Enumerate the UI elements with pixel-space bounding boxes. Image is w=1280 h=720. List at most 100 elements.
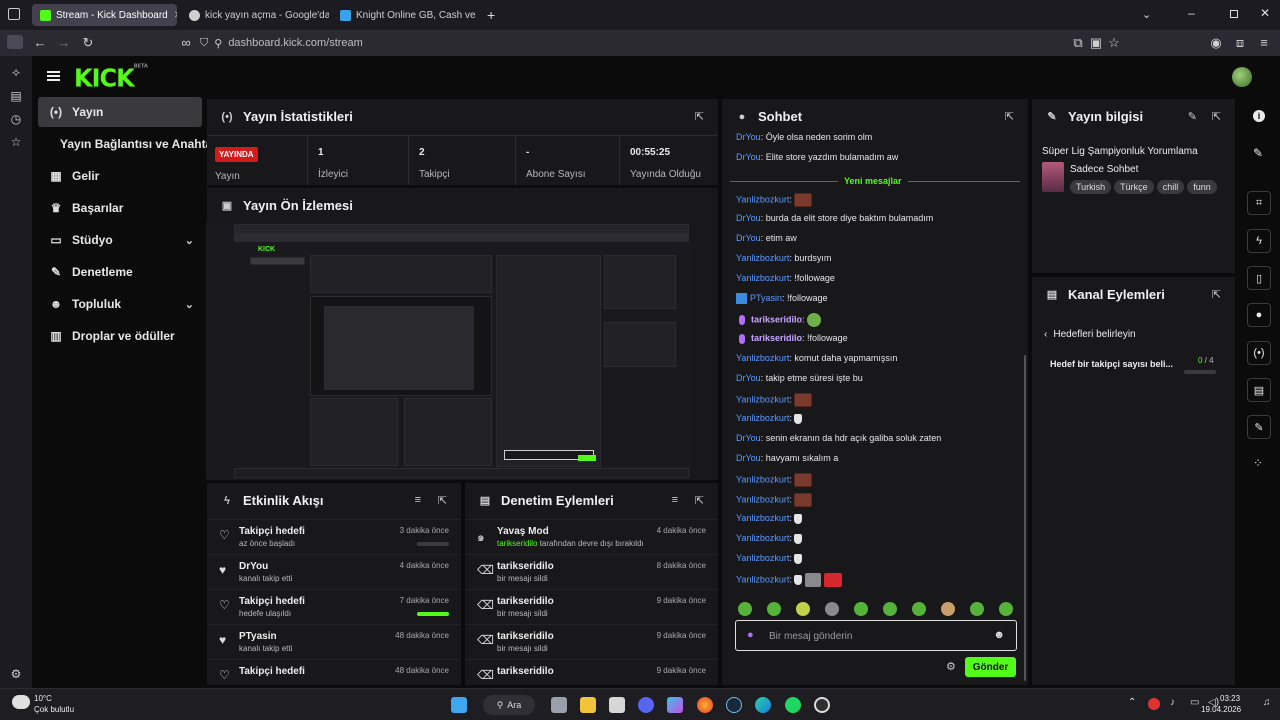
tray-chevron-up-icon[interactable]: ⌃ bbox=[1128, 697, 1136, 708]
weather-icon[interactable] bbox=[12, 695, 30, 709]
history-icon[interactable]: ▤ bbox=[9, 89, 23, 103]
edit-pencil-icon[interactable]: ✎ bbox=[1253, 146, 1263, 160]
popout-icon[interactable]: ⇱ bbox=[1212, 288, 1221, 301]
clock-icon[interactable]: ◷ bbox=[9, 112, 23, 126]
tag-pill[interactable]: funn bbox=[1187, 180, 1217, 194]
menu-item-stream-key[interactable]: Yayın Bağlantısı ve Anahtarı bbox=[38, 129, 220, 159]
lightning-icon[interactable]: ϟ bbox=[1247, 229, 1271, 253]
chevron-down-icon[interactable]: ⌄ bbox=[185, 234, 194, 247]
chat-emote[interactable] bbox=[805, 573, 822, 587]
menu-item-studyo[interactable]: ▭ Stüdyo ⌄ bbox=[38, 225, 202, 255]
emote-icon[interactable] bbox=[825, 602, 839, 616]
chat-scrollbar[interactable] bbox=[1024, 355, 1026, 681]
tab-overview-icon[interactable] bbox=[8, 8, 20, 20]
chat-username[interactable]: Yanlizbozkurt bbox=[736, 474, 789, 484]
chat-username[interactable]: Yanlizbozkurt bbox=[736, 273, 789, 283]
address-bar[interactable]: ⛉ ⚲ dashboard.kick.com/stream bbox=[200, 33, 1130, 53]
chat-username[interactable]: Yanlizbozkurt bbox=[736, 494, 789, 504]
chat-username[interactable]: DrYou bbox=[736, 213, 761, 223]
chat-username[interactable]: PTyasin bbox=[750, 293, 782, 303]
spotify-icon[interactable] bbox=[785, 697, 801, 713]
list-icon[interactable]: ▤ bbox=[1247, 378, 1271, 402]
hamburger-menu-icon[interactable] bbox=[47, 71, 60, 81]
emote-icon[interactable] bbox=[796, 602, 810, 616]
stream-preview-video[interactable]: KICK bbox=[206, 222, 691, 479]
info-icon[interactable]: i bbox=[1253, 110, 1265, 122]
menu-item-topluluk[interactable]: ☻ Topluluk ⌄ bbox=[38, 289, 202, 319]
task-view-icon[interactable] bbox=[551, 697, 567, 713]
chat-username[interactable]: Yanlizbozkurt bbox=[736, 194, 789, 204]
user-avatar[interactable] bbox=[1232, 67, 1252, 87]
back-to-goals[interactable]: ‹ Hedefleri belirleyin bbox=[1044, 329, 1136, 340]
ai-sparkle-icon[interactable]: ✧ bbox=[9, 66, 23, 80]
wrench-icon[interactable]: ✎ bbox=[1247, 415, 1271, 439]
chat-input[interactable]: ● Bir mesaj gönderin ☻ bbox=[735, 620, 1017, 651]
chat-username[interactable]: DrYou bbox=[736, 152, 761, 162]
tray-app-icon[interactable] bbox=[1148, 698, 1160, 710]
emote-icon[interactable] bbox=[970, 602, 984, 616]
chat-input-placeholder[interactable]: Bir mesaj gönderin bbox=[769, 631, 852, 642]
emote-icon[interactable] bbox=[854, 602, 868, 616]
store-icon[interactable] bbox=[609, 697, 625, 713]
chat-emote[interactable] bbox=[794, 473, 813, 487]
reload-icon[interactable]: ↻ bbox=[76, 35, 100, 51]
kick-logo[interactable]: KICKBETA bbox=[74, 63, 148, 92]
chat-username[interactable]: DrYou bbox=[736, 233, 761, 243]
chat-username[interactable]: Yanlizbozkurt bbox=[736, 553, 789, 563]
account-icon[interactable]: ◉ bbox=[1204, 35, 1228, 51]
chat-username[interactable]: tarikseridilo bbox=[751, 333, 802, 343]
popout-icon[interactable]: ⇱ bbox=[695, 494, 704, 507]
tag-pill[interactable]: chill bbox=[1156, 180, 1185, 194]
emote-icon[interactable] bbox=[883, 602, 897, 616]
tab-google-search[interactable]: kick yayın açma - Google'da Ara ✕ bbox=[181, 4, 329, 26]
chat-username[interactable]: Yanlizbozkurt bbox=[736, 513, 789, 523]
chat-emote[interactable] bbox=[824, 573, 843, 587]
chat-username[interactable]: DrYou bbox=[736, 453, 761, 463]
weather-temp[interactable]: 10°C bbox=[34, 694, 52, 703]
clock-time[interactable]: 03:23 bbox=[1220, 694, 1240, 703]
obs-icon[interactable] bbox=[814, 697, 830, 713]
popout-icon[interactable]: ⇱ bbox=[1005, 110, 1014, 123]
tag-pill[interactable]: Türkçe bbox=[1114, 180, 1154, 194]
bookmark-star-icon[interactable]: ☆ bbox=[1102, 35, 1126, 51]
chat-emote[interactable] bbox=[794, 575, 803, 585]
emote-icon[interactable] bbox=[912, 602, 926, 616]
settings-gear-icon[interactable]: ⚙ bbox=[946, 660, 956, 673]
emote-icon[interactable] bbox=[767, 602, 781, 616]
chat-emote[interactable] bbox=[794, 533, 803, 544]
tag-pill[interactable]: Turkish bbox=[1070, 180, 1112, 194]
chat-emote[interactable] bbox=[794, 413, 803, 424]
permissions-icon[interactable]: ⚲ bbox=[214, 37, 222, 50]
send-button[interactable]: Gönder bbox=[965, 657, 1016, 677]
menu-item-denetleme[interactable]: ✎ Denetleme bbox=[38, 257, 202, 287]
close-window-icon[interactable]: ✕ bbox=[1260, 6, 1270, 20]
url-text[interactable]: dashboard.kick.com/stream bbox=[228, 37, 363, 49]
menu-item-droplar[interactable]: ▥ Droplar ve ödüller bbox=[38, 321, 202, 351]
more-apps-icon[interactable]: ⁘ bbox=[1253, 456, 1263, 470]
new-tab-icon[interactable]: + bbox=[487, 7, 495, 23]
chat-emote[interactable] bbox=[794, 553, 803, 564]
chat-emote[interactable] bbox=[794, 193, 813, 207]
copilot-icon[interactable] bbox=[667, 697, 683, 713]
emoji-picker-icon[interactable]: ☻ bbox=[993, 629, 1005, 641]
emote-icon[interactable] bbox=[941, 602, 955, 616]
popout-icon[interactable]: ⇱ bbox=[438, 494, 447, 507]
sidebar-toggle-icon[interactable] bbox=[7, 35, 23, 49]
chat-username[interactable]: Yanlizbozkurt bbox=[736, 353, 789, 363]
chevron-down-icon[interactable]: ⌄ bbox=[185, 298, 194, 311]
chat-bubble-icon[interactable]: ● bbox=[1247, 303, 1271, 327]
network-icon[interactable]: ▭ bbox=[1190, 697, 1199, 708]
filter-icon[interactable]: ≡ bbox=[415, 494, 421, 506]
back-icon[interactable]: ← bbox=[28, 35, 52, 50]
crop-icon[interactable]: ⌗ bbox=[1247, 191, 1271, 215]
broadcast-icon[interactable]: (•) bbox=[1247, 341, 1271, 365]
restore-icon[interactable] bbox=[1230, 10, 1238, 18]
file-explorer-icon[interactable] bbox=[580, 697, 596, 713]
popout-icon[interactable]: ⇱ bbox=[695, 110, 704, 123]
taskbar-search[interactable]: ⚲ Ara bbox=[483, 695, 535, 715]
emote-bar[interactable] bbox=[738, 602, 1028, 619]
weather-desc[interactable]: Çok bulutlu bbox=[34, 705, 74, 714]
notification-bell-icon[interactable]: ♫ bbox=[1263, 697, 1271, 708]
menu-item-basarilar[interactable]: ♛ Başarılar bbox=[38, 193, 202, 223]
extensions-puzzle-icon[interactable]: ⧈ bbox=[1228, 35, 1252, 51]
